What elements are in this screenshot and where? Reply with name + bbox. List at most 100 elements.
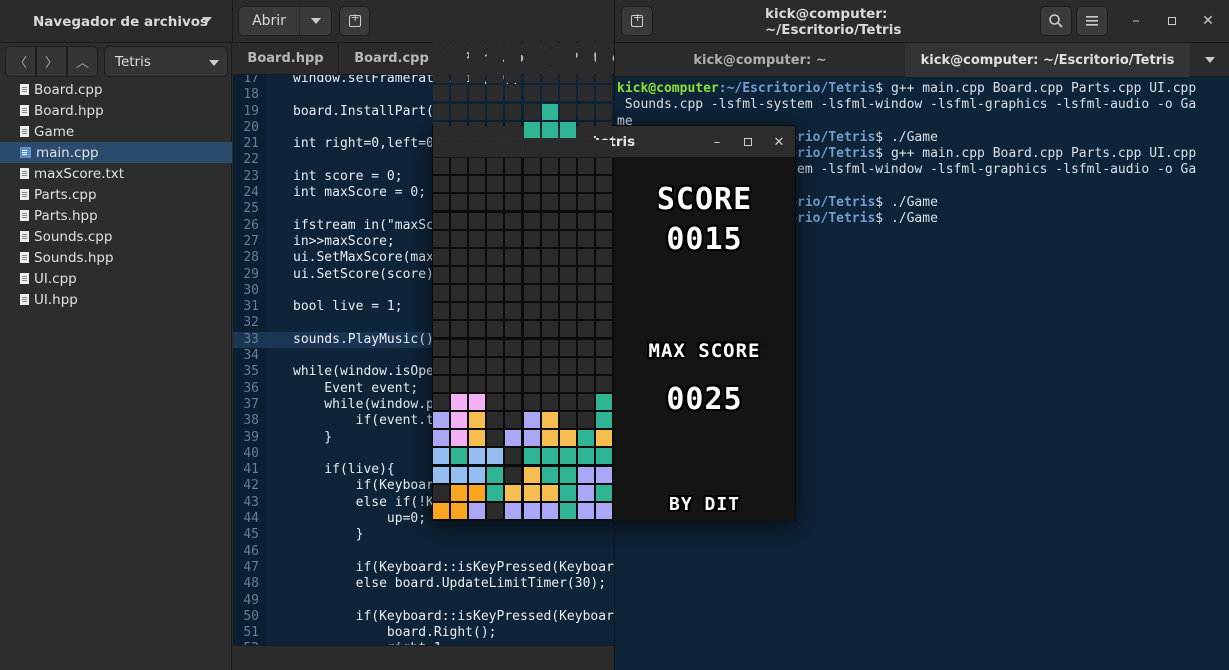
menu-button[interactable]: [1076, 6, 1108, 36]
new-terminal-tab-button[interactable]: [621, 6, 653, 36]
document-tab[interactable]: Board.hpp: [233, 43, 339, 74]
file-item[interactable]: Parts.cpp: [0, 184, 232, 205]
line-number: 36: [243, 380, 259, 396]
line-number: 23: [243, 168, 259, 184]
tetromino-block: [559, 466, 576, 483]
tetromino-block: [577, 502, 594, 519]
empty-cell: [433, 194, 450, 211]
chevron-down-icon: [202, 17, 212, 23]
tetromino-block: [595, 430, 612, 447]
minimize-button[interactable]: –: [709, 134, 725, 150]
code-line: 46: [233, 544, 614, 560]
code-text: board.InstallPart();: [293, 103, 450, 119]
text-file-icon: [20, 252, 29, 263]
file-item[interactable]: Board.cpp: [0, 79, 232, 100]
document-tab-label: Board.hpp: [247, 51, 324, 66]
tetromino-block: [451, 412, 468, 429]
empty-cell: [505, 248, 522, 265]
file-name: Parts.hpp: [34, 207, 98, 224]
tetromino-block: [433, 430, 450, 447]
folder-selector[interactable]: Tetris: [104, 46, 228, 77]
empty-cell: [487, 49, 504, 66]
empty-cell: [595, 103, 612, 120]
parent-folder-button[interactable]: ︿: [67, 46, 98, 77]
tetromino-block: [595, 394, 612, 410]
file-item[interactable]: Board.hpp: [0, 100, 232, 121]
empty-cell: [451, 121, 468, 138]
minimize-button[interactable]: –: [1128, 13, 1144, 29]
empty-cell: [433, 303, 450, 320]
empty-cell: [487, 248, 504, 265]
empty-cell: [523, 357, 540, 374]
file-item[interactable]: UI.cpp: [0, 268, 232, 289]
empty-cell: [433, 139, 450, 156]
tetris-board: [433, 31, 614, 521]
file-item[interactable]: Parts.hpp: [0, 205, 232, 226]
open-recent-dropdown[interactable]: [299, 6, 332, 36]
tetromino-block: [559, 484, 576, 501]
file-item[interactable]: Sounds.hpp: [0, 247, 232, 268]
line-number: 17: [243, 75, 259, 86]
empty-cell: [541, 85, 558, 102]
empty-cell: [559, 31, 576, 47]
empty-cell: [433, 212, 450, 229]
back-button[interactable]: 〈: [5, 46, 36, 77]
sidebar-mode-selector[interactable]: Navegador de archivos: [0, 0, 232, 43]
empty-cell: [469, 375, 486, 392]
empty-cell: [505, 194, 522, 211]
file-item[interactable]: Game: [0, 121, 232, 142]
tetromino-block: [577, 448, 594, 465]
tetromino-block: [595, 484, 612, 501]
code-text: int right=0,left=0;: [293, 136, 442, 152]
file-item[interactable]: Sounds.cpp: [0, 226, 232, 247]
close-button[interactable]: ✕: [1200, 13, 1216, 29]
forward-button[interactable]: 〉: [36, 46, 67, 77]
empty-cell: [541, 194, 558, 211]
new-tab-button[interactable]: [339, 6, 370, 36]
empty-cell: [541, 49, 558, 66]
tabs-overflow-button[interactable]: [1190, 43, 1229, 77]
max-score-label: MAX SCORE: [648, 340, 761, 362]
empty-cell: [541, 158, 558, 175]
empty-cell: [523, 339, 540, 356]
empty-cell: [433, 158, 450, 175]
tetromino-block: [469, 484, 486, 501]
empty-cell: [559, 321, 576, 338]
empty-cell: [505, 85, 522, 102]
search-button[interactable]: [1040, 6, 1072, 36]
terminal-tab-home[interactable]: kick@computer: ~: [615, 43, 905, 77]
tetromino-block: [541, 103, 558, 120]
file-name: Game: [34, 123, 75, 140]
empty-cell: [433, 248, 450, 265]
file-item[interactable]: maxScore.txt: [0, 163, 232, 184]
file-item[interactable]: UI.hpp: [0, 289, 232, 310]
empty-cell: [559, 285, 576, 302]
file-item[interactable]: main.cpp: [0, 142, 232, 163]
empty-cell: [451, 103, 468, 120]
document-tab[interactable]: Board.cpp: [339, 43, 445, 74]
terminal-tab-tetris[interactable]: kick@computer: ~/Escritorio/Tetris: [905, 43, 1190, 77]
open-button[interactable]: Abrir: [238, 6, 300, 36]
tetromino-block: [505, 502, 522, 519]
maximize-icon: [1168, 17, 1176, 25]
tetromino-block: [523, 448, 540, 465]
sidebar-navigation: 〈 〉 ︿: [5, 46, 98, 78]
cpp-file-icon: [20, 147, 31, 158]
maximize-button[interactable]: [1164, 13, 1180, 29]
file-name: main.cpp: [36, 144, 99, 161]
empty-cell: [505, 321, 522, 338]
empty-cell: [523, 212, 540, 229]
empty-cell: [433, 321, 450, 338]
terminal-command: $ ./Game: [875, 211, 938, 227]
chevron-down-icon: [209, 60, 219, 66]
empty-cell: [433, 49, 450, 66]
tetromino-block: [451, 430, 468, 447]
terminal-title: kick@computer: ~/Escritorio/Tetris: [765, 5, 902, 38]
maximize-button[interactable]: [740, 134, 756, 150]
empty-cell: [469, 230, 486, 247]
close-button[interactable]: ✕: [771, 134, 787, 150]
